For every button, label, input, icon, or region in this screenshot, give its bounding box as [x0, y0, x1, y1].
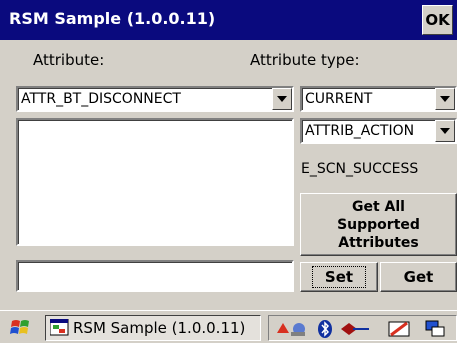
system-tray [268, 315, 457, 341]
attribute-list-box[interactable] [16, 118, 294, 246]
windows-flag-icon[interactable] [9, 317, 35, 339]
status-text: E_SCN_SUCCESS [301, 161, 419, 177]
chevron-down-icon [277, 96, 287, 102]
set-button[interactable]: Set [300, 262, 378, 292]
get-all-label-2: Supported [337, 216, 420, 233]
get-all-label-1: Get All [352, 198, 405, 215]
set-button-label: Set [311, 266, 367, 288]
ok-button[interactable]: OK [422, 5, 453, 35]
taskbar-app-button[interactable]: RSM Sample (1.0.0.11) [45, 315, 261, 341]
attribute-label: Attribute: [33, 51, 105, 69]
window-title: RSM Sample (1.0.0.11) [9, 9, 216, 28]
attribute-action-select[interactable]: ATTRIB_ACTION [300, 118, 457, 144]
attribute-action-value: ATTRIB_ACTION [305, 123, 415, 139]
taskbar-app-label: RSM Sample (1.0.0.11) [73, 319, 246, 337]
desktop-icon[interactable] [423, 319, 449, 339]
chevron-down-icon [440, 96, 450, 102]
attribute-select-value: ATTR_BT_DISCONNECT [21, 91, 181, 107]
speaker-icon[interactable] [339, 319, 373, 339]
chevron-down-icon [440, 128, 450, 134]
start-button [10, 320, 29, 334]
bluetooth-icon[interactable] [315, 319, 335, 339]
get-all-supported-attributes-button[interactable]: Get All Supported Attributes [300, 193, 457, 256]
pen-icon[interactable] [387, 319, 413, 339]
attribute-dropdown-button[interactable] [272, 88, 292, 110]
value-field[interactable] [16, 260, 294, 292]
attribute-type-value: CURRENT [305, 91, 373, 107]
app-window-icon [50, 319, 69, 336]
attribute-type-dropdown-button[interactable] [435, 88, 455, 110]
attribute-type-select[interactable]: CURRENT [300, 86, 457, 112]
get-all-label-3: Attributes [338, 234, 419, 251]
get-button[interactable]: Get [380, 262, 457, 292]
attribute-action-dropdown-button[interactable] [435, 120, 455, 142]
network-icon[interactable] [275, 319, 311, 339]
attribute-select[interactable]: ATTR_BT_DISCONNECT [16, 86, 294, 112]
attribute-type-label: Attribute type: [250, 51, 360, 69]
